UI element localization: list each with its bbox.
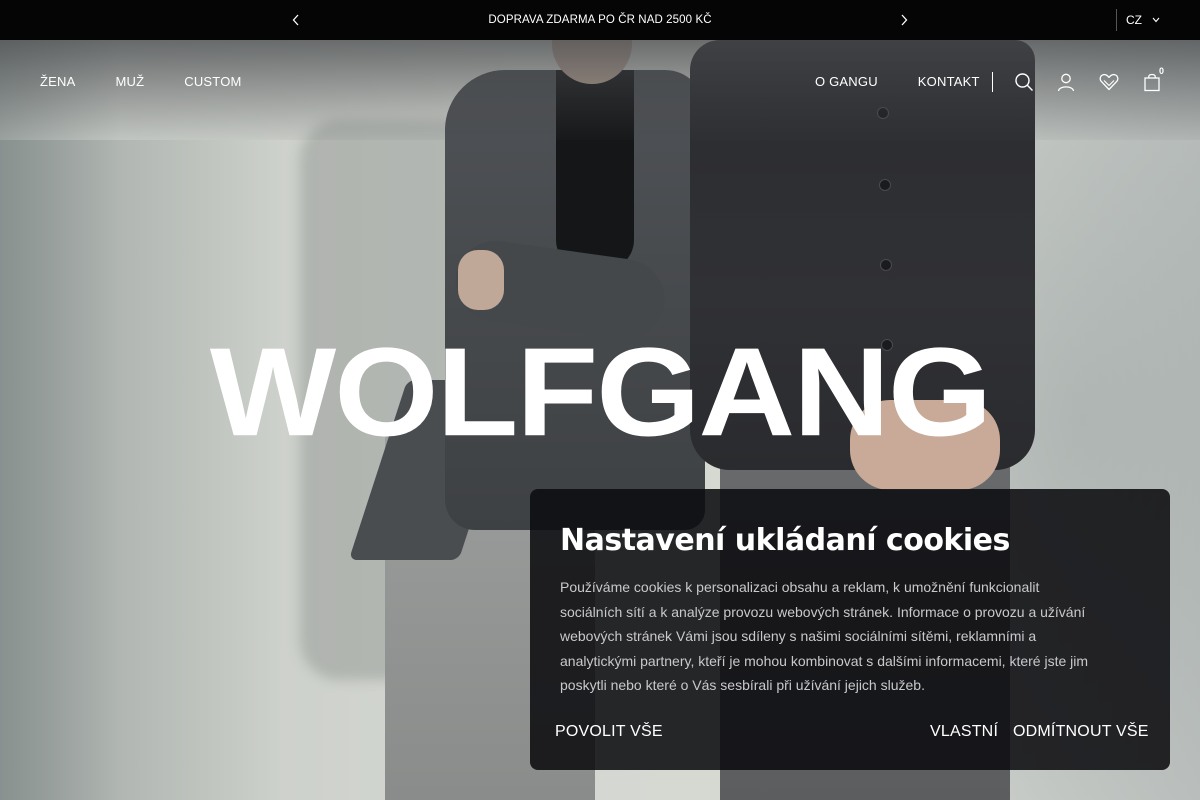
cookie-consent-dialog: Nastavení ukládaní cookies Používáme coo… [530,489,1170,770]
nav-item-custom[interactable]: CUSTOM [184,72,241,92]
nav-item-kontakt[interactable]: KONTAKT [918,72,980,92]
allow-all-cookies-button[interactable]: POVOLIT VŠE [555,722,663,742]
cart-count-badge: 0 [1159,66,1165,76]
chevron-down-icon [1152,17,1160,23]
cookie-description: Používáme cookies k personalizaci obsahu… [560,579,1089,693]
announcement-text: DOPRAVA ZDARMA PO ČR NAD 2500 KČ [488,14,712,26]
nav-item-muz[interactable]: MUŽ [115,72,144,92]
account-icon [1057,73,1075,92]
language-label: CZ [1126,13,1142,27]
chevron-right-icon [901,14,908,26]
custom-cookies-button[interactable]: VLASTNÍ [930,722,998,742]
announcement-next-button[interactable] [894,10,914,30]
model-left-hand [458,250,504,310]
main-nav-right: O GANGU KONTAKT [815,72,980,92]
brand-logo: WOLFGANG [209,322,992,463]
reject-all-cookies-button[interactable]: ODMÍTNOUT VŠE [1013,722,1149,742]
account-button[interactable] [1055,71,1077,93]
shirt-button [880,180,890,190]
shirt-button [881,260,891,270]
chevron-left-icon [292,14,299,26]
language-select[interactable]: CZ [1126,0,1160,40]
nav-item-zena[interactable]: ŽENA [40,72,75,92]
main-nav-left: ŽENA MUŽ CUSTOM [40,72,242,92]
announcement-bar: DOPRAVA ZDARMA PO ČR NAD 2500 KČ CZ [0,0,1200,40]
wishlist-button[interactable] [1098,71,1120,93]
cookie-title: Nastavení ukládaní cookies [560,523,1010,558]
wishlist-heart-icon [1099,73,1119,91]
hero-shade [0,140,280,800]
search-icon [1015,73,1033,91]
language-divider [1116,9,1117,31]
search-button[interactable] [1013,71,1035,93]
announcement-prev-button[interactable] [286,10,306,30]
nav-item-o-gangu[interactable]: O GANGU [815,72,878,92]
nav-divider [992,72,993,92]
